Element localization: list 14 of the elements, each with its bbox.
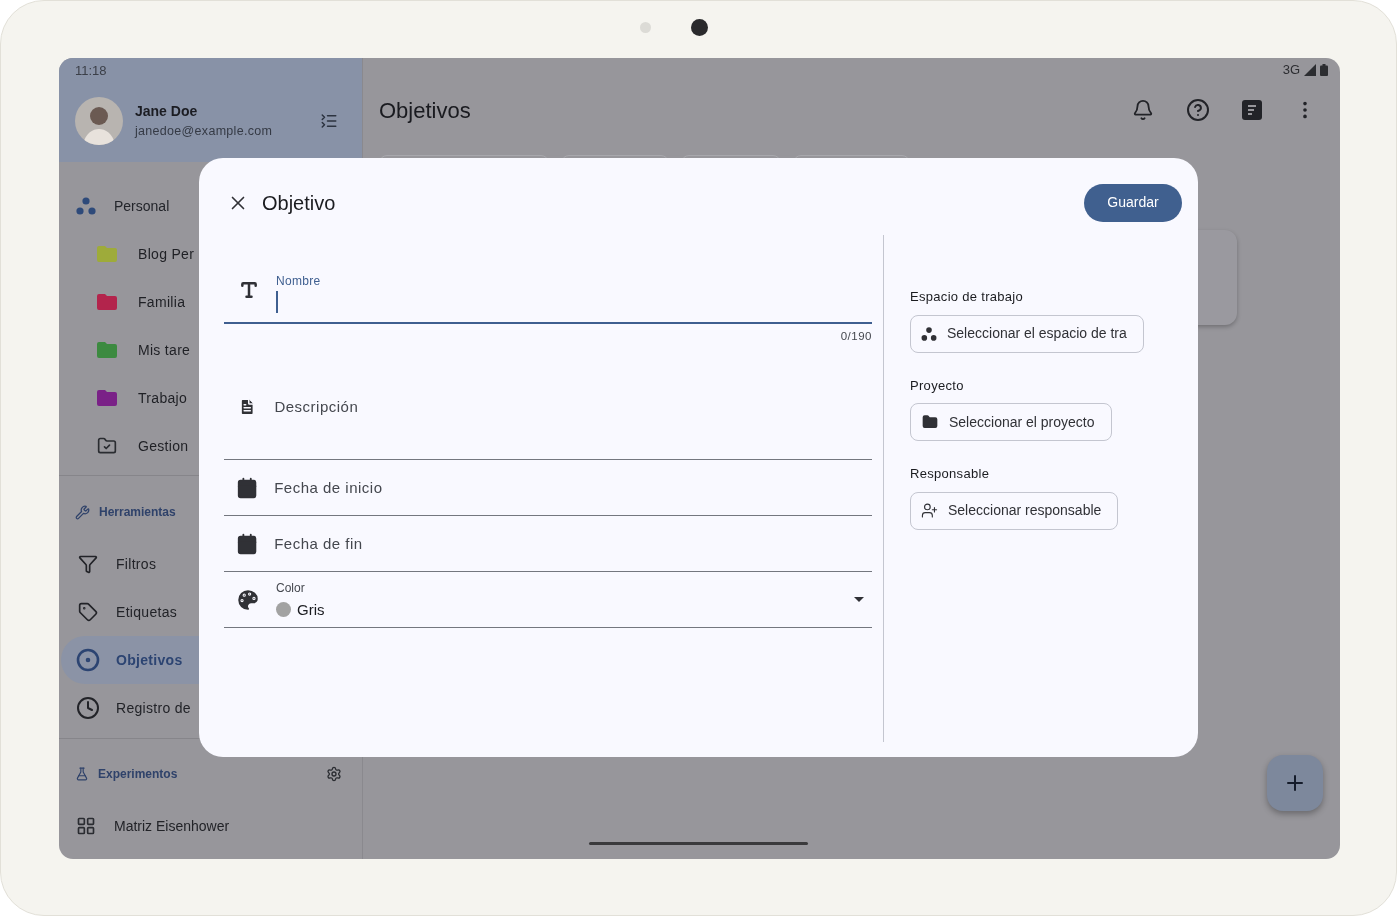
user-email: janedoe@example.com [135,123,273,141]
picker-label: Responsable [910,465,991,483]
field-label: Color [276,579,306,597]
section-title: Herramientas [99,504,176,521]
section-title: Experimentos [98,766,178,783]
network-label: 3G [1282,61,1300,80]
selected-value: Gris [297,599,325,620]
picker-label: Espacio de trabajo [910,288,1025,306]
character-counter: 0/190 [840,329,872,344]
status-time: 11:18 [75,62,108,79]
dialog-title: Objetivo [262,190,336,216]
page-title: Objetivos [379,96,471,125]
picker-label: Proyecto [910,376,965,395]
user-name: Jane Doe [135,102,199,122]
